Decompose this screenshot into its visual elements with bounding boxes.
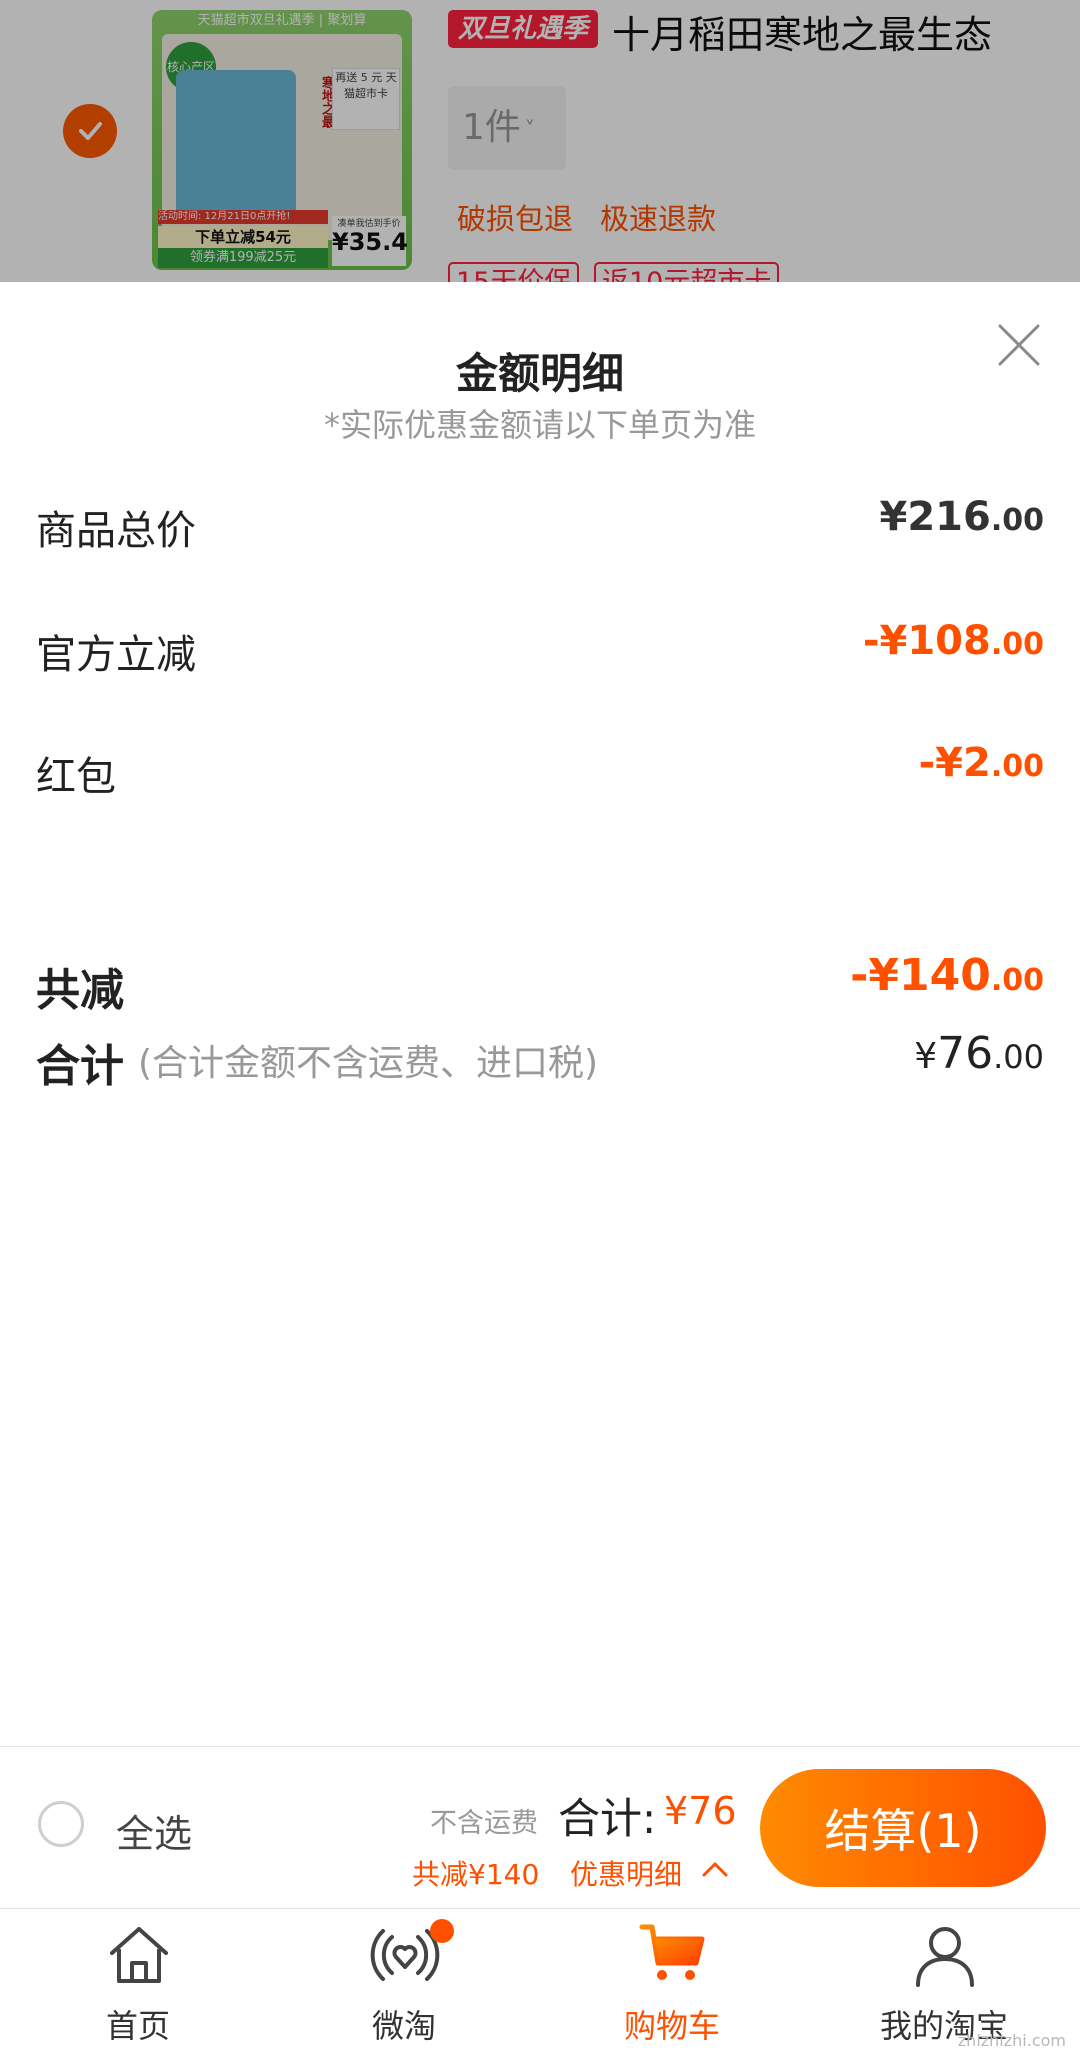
image-promo-coupon: 领券满199减25元 [158, 248, 328, 268]
amount-decimal: .00 [993, 1038, 1044, 1076]
row-amount-red-packet: -¥2.00 [919, 740, 1044, 786]
chevron-up-icon[interactable] [700, 1859, 730, 1879]
amount-detail-sheet: 金额明细 *实际优惠金额请以下单页为准 商品总价 ¥216.00 官方立减 -¥… [0, 282, 1080, 1746]
cart-item-card: 天猫超市双旦礼遇季 | 聚划算 核心产区 寒地之最 再送 5 元 天猫超市卡 活… [0, 0, 1080, 282]
tab-cart[interactable]: 购物车 [572, 1909, 772, 2054]
product-image[interactable]: 天猫超市双旦礼遇季 | 聚划算 核心产区 寒地之最 再送 5 元 天猫超市卡 活… [152, 10, 412, 270]
select-all-label[interactable]: 全选 [116, 1803, 192, 1858]
tab-weitao[interactable]: 微淘 [304, 1909, 504, 2054]
tab-label: 购物车 [623, 2007, 720, 2045]
grand-total-note: (合计金额不含运费、进口税) [138, 1043, 599, 1084]
image-price-box: 凑单我估到手价 ¥35.4 [332, 216, 408, 266]
amount-decimal: .00 [990, 503, 1044, 538]
checkout-bar: 全选 不含运费 合计: ¥76 共减¥140 优惠明细 结算(1) [0, 1746, 1080, 1909]
discount-detail-link[interactable]: 优惠明细 [570, 1853, 682, 1893]
amount-main: -¥108 [862, 618, 991, 664]
total-discount-label: 共减 [36, 965, 124, 1016]
item-checkbox[interactable] [63, 104, 117, 158]
watermark: zhizhizhi.com [957, 2031, 1066, 2050]
service-tag: 极速退款 [600, 202, 717, 236]
amount-decimal: .00 [990, 627, 1044, 662]
sum-label: 合计: [558, 1794, 657, 1843]
amount-decimal: .00 [990, 963, 1044, 998]
row-label-official-discount: 官方立减 [36, 632, 196, 678]
grand-total-label: 合计 [36, 1041, 124, 1092]
discount-summary: 共减¥140 [412, 1858, 540, 1891]
image-gift-card: 再送 5 元 天猫超市卡 [332, 68, 400, 130]
service-tag: 破损包退 [457, 202, 574, 236]
product-title[interactable]: 十月稻田寒地之最生态 [612, 4, 992, 59]
row-amount-official-discount: -¥108.00 [863, 618, 1044, 664]
image-promo-time: 活动时间: 12月21日0点开抢! [158, 210, 328, 224]
promo-tag: 双旦礼遇季 [448, 10, 599, 48]
sum-value: ¥76 [664, 1789, 737, 1833]
benefit-tag: 返10元超市卡 [594, 262, 780, 282]
image-bag-title: 寒地之最 [319, 76, 334, 128]
amount-main: -¥2 [918, 740, 991, 786]
row-label-red-packet: 红包 [36, 754, 116, 800]
tab-home[interactable]: 首页 [38, 1909, 238, 2054]
row-label-total-price: 商品总价 [36, 508, 196, 554]
tab-label: 微淘 [371, 2007, 436, 2045]
image-price: ¥35.4 [332, 228, 408, 256]
profile-icon [916, 1927, 974, 1987]
total-discount-amount: -¥140.00 [850, 950, 1044, 1001]
notification-dot [430, 1919, 454, 1943]
image-top-banner: 天猫超市双旦礼遇季 | 聚划算 [197, 13, 367, 28]
quantity-value: 1件 [462, 107, 521, 148]
grand-total-amount: ¥76.00 [914, 1028, 1044, 1079]
checkout-button[interactable]: 结算(1) [760, 1769, 1046, 1887]
benefit-tag: 15天价保 [448, 262, 580, 282]
sheet-subtitle: *实际优惠金额请以下单页为准 [323, 406, 756, 444]
currency-symbol: ¥ [914, 1036, 938, 1077]
checkmark-icon [79, 122, 102, 140]
tab-label: 首页 [105, 2007, 170, 2045]
amount-main: -¥140 [850, 950, 991, 1001]
sheet-title: 金额明细 [455, 349, 624, 398]
select-all-checkbox[interactable] [38, 1801, 84, 1847]
tab-bar: 首页 微淘 购物车 我的淘宝 zhizhizhi.com [0, 1908, 1080, 2054]
amount-main: 76 [937, 1028, 994, 1079]
cart-icon [639, 1924, 705, 1980]
home-icon [110, 1927, 168, 1983]
row-amount-total-price: ¥216.00 [880, 494, 1044, 540]
image-rice-bag [176, 70, 296, 220]
quantity-selector[interactable]: 1件 ˅ [448, 86, 566, 170]
amount-main: ¥216 [879, 494, 991, 540]
image-promo-discount: 下单立减54元 [158, 226, 328, 248]
shipping-note: 不含运费 [430, 1808, 538, 1839]
amount-decimal: .00 [990, 749, 1044, 784]
chevron-down-icon: ˅ [524, 117, 535, 141]
close-icon[interactable] [994, 320, 1044, 370]
